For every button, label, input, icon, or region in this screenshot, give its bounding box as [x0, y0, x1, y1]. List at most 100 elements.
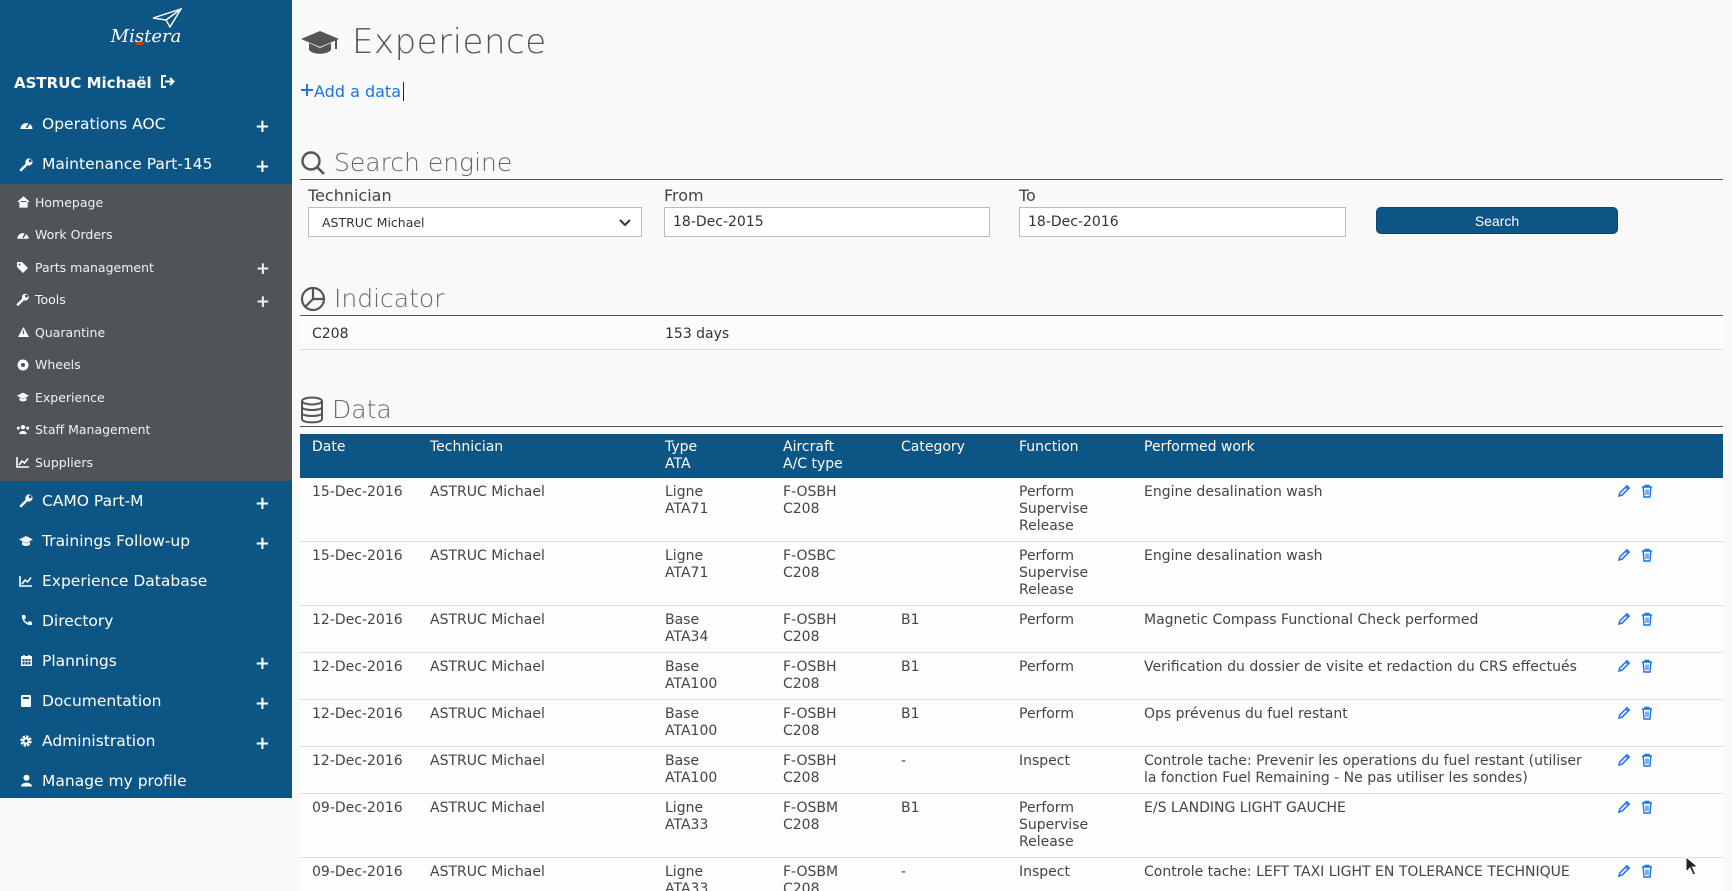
indicator-title-text: Indicator [334, 284, 445, 313]
edit-pencil-icon[interactable] [1617, 484, 1631, 498]
cell-type: Ligne ATA71 [653, 478, 771, 542]
cell-aircraft: F-OSBH C208 [771, 478, 889, 542]
delete-trash-icon[interactable] [1641, 484, 1653, 498]
sidebar-item-maintenance-part-145[interactable]: Maintenance Part-145 + [0, 144, 292, 184]
sidebar-item-experience-database[interactable]: Experience Database [0, 561, 292, 601]
sidebar-item-experience[interactable]: Experience [0, 381, 292, 414]
table-row: 15-Dec-2016 ASTRUC Michael Ligne ATA71 F-OS… [300, 541, 1723, 606]
sidebar-item-plannings[interactable]: Plannings + [0, 641, 292, 681]
graduation-cap-icon [16, 391, 30, 403]
expand-plus-icon[interactable]: + [256, 259, 270, 279]
to-date-value: 18-Dec-2016 [1028, 214, 1119, 230]
logout-icon[interactable] [160, 74, 175, 92]
sidebar-item-tools[interactable]: Tools + [0, 284, 292, 317]
sidebar-item-wheels[interactable]: Wheels [0, 349, 292, 382]
from-date-input[interactable]: 18-Dec-2015 [664, 207, 990, 237]
chart-icon [16, 575, 36, 587]
add-data-link[interactable]: Add a data [300, 82, 404, 101]
sidebar-item-work-orders[interactable]: Work Orders [0, 219, 292, 252]
sidebar-item-quarantine[interactable]: Quarantine [0, 316, 292, 349]
expand-plus-icon[interactable]: + [255, 493, 270, 514]
table-row: 09-Dec-2016 ASTRUC Michael Ligne ATA33 F-OS… [300, 857, 1723, 891]
delete-trash-icon[interactable] [1641, 612, 1653, 626]
expand-plus-icon[interactable]: + [255, 653, 270, 674]
cell-function: Perform Supervise Release [1007, 478, 1132, 542]
expand-plus-icon[interactable]: + [256, 292, 270, 312]
nav-bottom-group: CAMO Part-M + Trainings Follow-up + Experien… [0, 481, 292, 801]
cell-category: B1 [889, 605, 1007, 653]
cell-category [889, 478, 1007, 542]
expand-plus-icon[interactable]: + [255, 733, 270, 754]
sidebar: Mistera ASTRUC Michaël Operations AOC + Ma… [0, 0, 292, 798]
sidebar-item-operations-aoc[interactable]: Operations AOC + [0, 104, 292, 144]
cell-date: 12-Dec-2016 [300, 699, 418, 747]
delete-trash-icon[interactable] [1641, 706, 1653, 720]
sidebar-item-homepage[interactable]: Homepage [0, 186, 292, 219]
edit-pencil-icon[interactable] [1617, 706, 1631, 720]
cell-aircraft: F-OSBH C208 [771, 652, 889, 700]
sidebar-item-administration[interactable]: Administration + [0, 721, 292, 761]
sidebar-item-camo-part-m[interactable]: CAMO Part-M + [0, 481, 292, 521]
sidebar-item-staff-management[interactable]: Staff Management [0, 414, 292, 447]
cell-aircraft: F-OSBC C208 [771, 541, 889, 606]
column-header: Technician [418, 434, 653, 478]
delete-trash-icon[interactable] [1641, 659, 1653, 673]
cell-date: 12-Dec-2016 [300, 652, 418, 700]
cell-category: B1 [889, 793, 1007, 858]
cell-function: Inspect [1007, 746, 1132, 794]
row-actions [1605, 478, 1723, 542]
sidebar-item-label: Administration [42, 731, 156, 750]
delete-trash-icon[interactable] [1641, 800, 1653, 814]
indicator-aircraft-type: C208 [312, 326, 349, 342]
column-header: Performed work [1132, 434, 1605, 478]
search-button[interactable]: Search [1376, 207, 1618, 234]
column-header: Aircraft A/C type [771, 434, 889, 478]
warning-icon [16, 326, 30, 338]
sidebar-item-directory[interactable]: Directory [0, 601, 292, 641]
sidebar-item-documentation[interactable]: Documentation + [0, 681, 292, 721]
sidebar-item-label: Homepage [35, 194, 104, 210]
technician-select[interactable]: ASTRUC Michael [308, 207, 642, 237]
delete-trash-icon[interactable] [1641, 548, 1653, 562]
edit-pencil-icon[interactable] [1617, 800, 1631, 814]
sidebar-item-label: Tools [35, 292, 66, 308]
users-icon [16, 424, 30, 435]
user-row: ASTRUC Michaël [0, 62, 292, 104]
maintenance-submenu: Homepage Work Orders Parts management + Tool… [0, 184, 292, 481]
indicator-section-title: Indicator [300, 284, 1723, 316]
gear-icon [16, 734, 36, 748]
expand-plus-icon[interactable]: + [255, 156, 270, 177]
row-actions [1605, 652, 1723, 700]
delete-trash-icon[interactable] [1641, 864, 1653, 878]
table-row: 12-Dec-2016 ASTRUC Michael Base ATA100 F-OS… [300, 699, 1723, 747]
cell-work: Verification du dossier de visite et red… [1132, 652, 1605, 700]
edit-pencil-icon[interactable] [1617, 612, 1631, 626]
cell-tech: ASTRUC Michael [418, 652, 653, 700]
edit-pencil-icon[interactable] [1617, 864, 1631, 878]
sidebar-item-manage-my-profile[interactable]: Manage my profile [0, 761, 292, 801]
dashboard-icon [16, 118, 36, 131]
sidebar-item-suppliers[interactable]: Suppliers [0, 446, 292, 479]
cell-date: 15-Dec-2016 [300, 541, 418, 606]
cell-work: Controle tache: LEFT TAXI LIGHT EN TOLER… [1132, 857, 1605, 891]
expand-plus-icon[interactable]: + [255, 116, 270, 137]
column-header: Type ATA [653, 434, 771, 478]
sidebar-item-parts-management[interactable]: Parts management + [0, 251, 292, 284]
nav-top-group: Operations AOC + Maintenance Part-145 + [0, 104, 292, 184]
graduation-cap-icon [16, 535, 36, 547]
to-date-input[interactable]: 18-Dec-2016 [1019, 207, 1346, 237]
edit-pencil-icon[interactable] [1617, 548, 1631, 562]
sidebar-item-label: Quarantine [35, 324, 106, 340]
expand-plus-icon[interactable]: + [255, 533, 270, 554]
app-logo[interactable]: Mistera [0, 0, 292, 62]
delete-trash-icon[interactable] [1641, 753, 1653, 767]
technician-label: Technician [308, 186, 392, 205]
sidebar-item-label: Maintenance Part-145 [42, 155, 213, 173]
edit-pencil-icon[interactable] [1617, 659, 1631, 673]
sidebar-item-trainings-follow-up[interactable]: Trainings Follow-up + [0, 521, 292, 561]
cell-work: E/S LANDING LIGHT GAUCHE [1132, 793, 1605, 858]
sidebar-item-label: Directory [42, 611, 114, 630]
cell-function: Perform [1007, 652, 1132, 700]
edit-pencil-icon[interactable] [1617, 753, 1631, 767]
expand-plus-icon[interactable]: + [255, 693, 270, 714]
